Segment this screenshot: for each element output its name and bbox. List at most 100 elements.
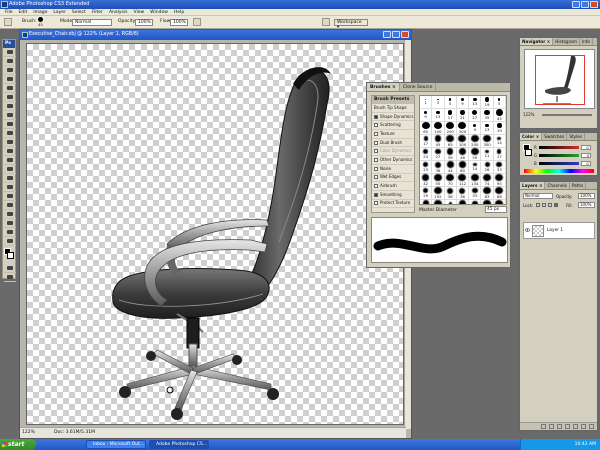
brush-preset[interactable]: 33 xyxy=(493,161,506,174)
menu-layer[interactable]: Layer xyxy=(50,9,69,15)
brush-preset[interactable]: 66 xyxy=(493,187,506,200)
channel-g-slider[interactable] xyxy=(539,153,580,157)
checkbox-icon[interactable] xyxy=(374,123,378,128)
brush-preset[interactable]: 17 xyxy=(493,148,506,161)
brush-preset[interactable]: 44 xyxy=(444,161,457,174)
brush-preset[interactable]: 95 xyxy=(493,174,506,187)
lock-position-icon[interactable] xyxy=(548,203,552,207)
brush-preset[interactable]: 27 xyxy=(469,109,482,122)
start-button[interactable]: start xyxy=(0,439,36,450)
doc-maximize-button[interactable] xyxy=(392,31,400,38)
brush-preset[interactable]: 300 xyxy=(456,122,470,135)
brush-preset[interactable]: 14 xyxy=(493,135,506,148)
lock-pixels-icon[interactable] xyxy=(542,203,546,207)
brush-preset[interactable]: 27 xyxy=(432,148,445,161)
taskbar-item-photoshop[interactable]: Adobe Photoshop CS... xyxy=(149,440,209,449)
brush-preset[interactable]: 19 xyxy=(481,96,494,109)
brush-option-row[interactable]: Dual Brush xyxy=(372,139,414,148)
opacity-input[interactable]: 100% xyxy=(135,19,153,26)
brush-preset[interactable]: 48 xyxy=(457,200,470,204)
brush-preset[interactable]: 35 xyxy=(481,109,494,122)
notes-tool-icon[interactable] xyxy=(4,210,16,219)
brush-preset[interactable]: 63 xyxy=(481,187,494,200)
brush-preset[interactable]: 39 xyxy=(444,148,457,161)
eraser-tool-icon[interactable] xyxy=(4,138,16,147)
adjustment-layer-icon[interactable] xyxy=(565,424,570,429)
brush-preset[interactable]: 112 xyxy=(456,174,470,187)
new-layer-icon[interactable] xyxy=(581,424,586,429)
brush-presets-grid[interactable]: 1 3 5 9 13 19 5 9 13 17 21 27 35 45 65 100 200 300 9 13 19 17… xyxy=(419,95,507,205)
menu-select[interactable]: Select xyxy=(69,9,89,15)
brush-preset[interactable]: 1 xyxy=(420,96,433,109)
tab-styles[interactable]: Styles xyxy=(567,133,586,140)
gradient-tool-icon[interactable] xyxy=(4,147,16,156)
tab-navigator[interactable]: Navigator × xyxy=(520,38,554,45)
hand-tool-icon[interactable] xyxy=(4,228,16,237)
move-tool-icon[interactable] xyxy=(4,48,16,57)
brush-preset[interactable]: 36 xyxy=(432,161,445,174)
layer-mask-icon[interactable] xyxy=(557,424,562,429)
type-tool-icon[interactable] xyxy=(4,183,16,192)
brush-preset[interactable]: 9 xyxy=(456,96,470,109)
link-layers-icon[interactable] xyxy=(541,424,546,429)
tab-layers[interactable]: Layers × xyxy=(520,182,546,189)
checkbox-icon[interactable] xyxy=(374,157,378,162)
channel-r-input[interactable]: 0 xyxy=(580,144,591,150)
channel-b-input[interactable]: 0 xyxy=(580,160,591,166)
brush-preset[interactable]: 65 xyxy=(444,135,457,148)
blur-tool-icon[interactable] xyxy=(4,156,16,165)
brush-preset[interactable]: 42 xyxy=(420,174,433,187)
brush-option-row[interactable]: Wet Edges xyxy=(372,174,414,183)
flow-input[interactable]: 100% xyxy=(170,19,188,26)
brush-preset[interactable]: 55 xyxy=(432,174,445,187)
brush-preset[interactable]: 70 xyxy=(444,174,457,187)
zoom-tool-icon[interactable] xyxy=(4,237,16,246)
brush-preset[interactable]: 36 xyxy=(444,187,457,200)
menu-help[interactable]: Help xyxy=(171,9,187,15)
brush-preset[interactable]: 60 xyxy=(456,161,470,174)
master-diameter-input[interactable]: 45 px xyxy=(485,206,507,213)
brush-option-row[interactable]: Noise xyxy=(372,165,414,174)
brush-preset[interactable]: 13 xyxy=(469,96,482,109)
screen-mode-icon[interactable] xyxy=(4,273,16,282)
checkbox-icon[interactable] xyxy=(374,149,378,154)
checkbox-icon[interactable] xyxy=(374,166,378,171)
brush-preset[interactable]: 55 xyxy=(481,200,494,204)
layer-style-icon[interactable] xyxy=(549,424,554,429)
brush-option-row[interactable]: Protect Texture xyxy=(372,200,414,209)
brush-preset[interactable]: 9 xyxy=(469,122,482,135)
brush-preset[interactable]: 100 xyxy=(432,122,445,135)
brush-preset[interactable]: 24 xyxy=(420,148,433,161)
brush-option-row[interactable]: Color Dynamics xyxy=(372,147,414,157)
tab-channels[interactable]: Channels xyxy=(545,182,570,189)
brush-preset[interactable]: 17 xyxy=(420,135,433,148)
channel-g-input[interactable]: 0 xyxy=(581,152,592,158)
menu-image[interactable]: Image xyxy=(30,9,50,15)
brush-preset[interactable]: 23 xyxy=(420,161,433,174)
brush-preset[interactable]: 26 xyxy=(481,161,494,174)
checkbox-icon[interactable] xyxy=(374,192,378,197)
brush-preset[interactable]: 19 xyxy=(493,122,506,135)
brush-preset[interactable]: 74 xyxy=(481,174,494,187)
brush-preset[interactable]: 21 xyxy=(456,109,470,122)
brush-presets-header[interactable]: Brush Presets xyxy=(372,96,414,104)
menu-analysis[interactable]: Analysis xyxy=(106,9,131,15)
color-swatches[interactable] xyxy=(3,246,15,264)
channel-r-slider[interactable] xyxy=(538,145,579,149)
brush-preset[interactable]: 3 xyxy=(432,96,445,109)
color-background-swatch[interactable] xyxy=(525,149,532,156)
slice-tool-icon[interactable] xyxy=(4,93,16,102)
tab-paths[interactable]: Paths xyxy=(570,182,587,189)
healing-brush-tool-icon[interactable] xyxy=(4,102,16,111)
quick-mask-icon[interactable] xyxy=(4,264,16,273)
doc-minimize-button[interactable] xyxy=(383,31,391,38)
menu-edit[interactable]: Edit xyxy=(16,9,31,15)
lock-all-icon[interactable] xyxy=(554,203,558,207)
brush-tool-preset-icon[interactable] xyxy=(4,18,12,26)
document-canvas[interactable] xyxy=(26,43,404,425)
close-button[interactable] xyxy=(590,1,598,8)
airbrush-icon[interactable] xyxy=(193,18,201,26)
navigator-thumbnail[interactable] xyxy=(524,49,595,109)
brush-option-row[interactable]: Smoothing xyxy=(372,191,414,200)
checkbox-icon[interactable] xyxy=(374,131,378,136)
